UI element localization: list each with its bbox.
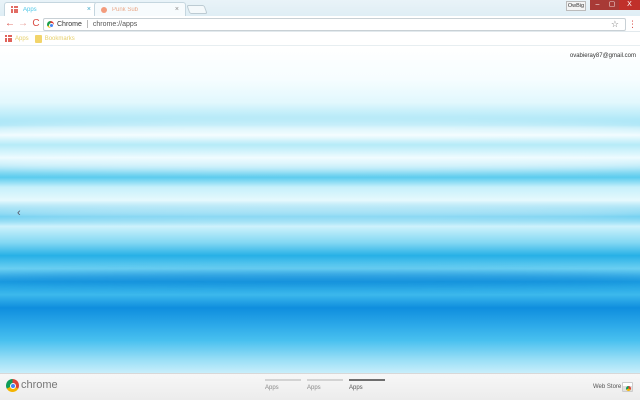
apps-grid-icon (11, 6, 18, 13)
new-tab-button[interactable] (186, 5, 208, 14)
divider (86, 20, 88, 28)
page-indicator (307, 379, 343, 381)
tab-punk-sub[interactable]: Punk Sub × (94, 2, 186, 16)
site-favicon-icon (101, 6, 107, 13)
bookmark-label: Apps (15, 35, 29, 42)
wave-highlight (0, 207, 640, 221)
page-label: Apps (307, 385, 321, 391)
close-window-button[interactable]: X (619, 0, 640, 10)
apps-footer: chrome Apps Apps Apps Web Store (0, 373, 640, 400)
forward-button[interactable]: → (17, 18, 29, 30)
reload-button[interactable]: C (30, 18, 42, 30)
page-indicator (349, 379, 385, 381)
star-icon[interactable]: ☆ (611, 19, 619, 30)
bookmark-folder[interactable]: Bookmarks (34, 34, 75, 43)
back-button[interactable]: ← (4, 18, 16, 30)
menu-button[interactable]: ⋮ (628, 18, 637, 30)
address-bar[interactable]: Chrome chrome://apps ☆ (43, 17, 626, 31)
account-email[interactable]: ovabieray87@gmail.com (570, 53, 636, 59)
chevron-left-icon[interactable]: ‹ (17, 207, 21, 219)
close-icon[interactable]: × (175, 6, 179, 13)
page-label: Apps (349, 385, 363, 391)
tab-title: Punk Sub (112, 6, 139, 13)
folder-icon (34, 34, 42, 43)
wave-highlight (0, 122, 640, 136)
toolbar: ← → C Chrome chrome://apps ☆ ⋮ (0, 16, 640, 32)
web-store-link[interactable]: Web Store (593, 384, 621, 390)
tab-title: Apps (23, 6, 37, 13)
url-text[interactable]: chrome://apps (93, 21, 137, 28)
web-store-icon[interactable] (622, 382, 633, 392)
maximize-button[interactable]: ▢ (605, 0, 619, 10)
close-icon[interactable]: × (87, 6, 91, 13)
page-switcher-3[interactable]: Apps (349, 379, 385, 391)
minimize-button[interactable]: – (590, 0, 605, 10)
chrome-logo-icon (6, 379, 19, 392)
profile-button[interactable]: OwBig (566, 1, 586, 11)
tab-apps[interactable]: Apps × (4, 2, 98, 16)
site-chip: Chrome (57, 20, 82, 28)
bookmark-label: Bookmarks (44, 35, 75, 42)
apps-grid-icon (5, 35, 12, 42)
page-label: Apps (265, 385, 279, 391)
bookmark-apps[interactable]: Apps (5, 35, 29, 42)
chrome-wordmark: chrome (21, 379, 58, 391)
page-indicator (265, 379, 301, 381)
page-switcher-2[interactable]: Apps (307, 379, 343, 391)
title-bar: Apps × Punk Sub × OwBig – ▢ X (0, 0, 640, 16)
bookmarks-bar: Apps Bookmarks (0, 32, 640, 46)
wave-highlight (0, 157, 640, 171)
page-switcher-1[interactable]: Apps (265, 379, 301, 391)
chrome-icon (47, 20, 54, 28)
wave-shadow (0, 272, 640, 286)
apps-page-background: ovabieray87@gmail.com ‹ (0, 47, 640, 373)
